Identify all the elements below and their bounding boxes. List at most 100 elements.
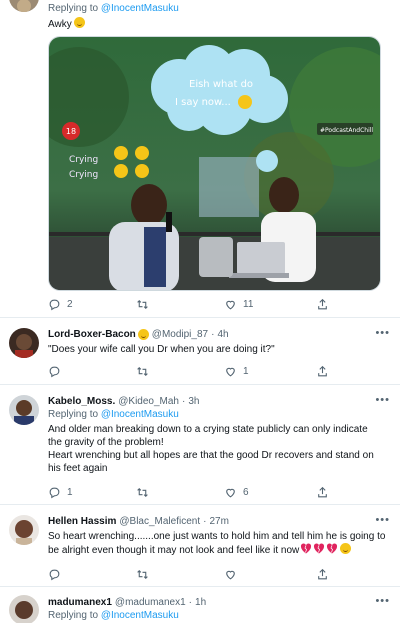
more-options-icon[interactable]: ••• — [375, 596, 390, 607]
avatar[interactable] — [9, 595, 39, 623]
tweet-text-content: Awky — [48, 19, 72, 30]
more-options-icon[interactable]: ••• — [375, 328, 390, 339]
age-rating-text: 18 — [66, 127, 76, 136]
separator-dot: · — [211, 329, 215, 340]
tweet-text: And older man breaking down to a crying … — [48, 423, 390, 475]
tweet-header: madumanex1 @madumanex1 · 1h — [48, 596, 390, 609]
reply-handle-link[interactable]: @InocentMasuku — [101, 409, 179, 420]
reply-button[interactable]: 2 — [48, 298, 73, 311]
separator-dot: · — [188, 597, 193, 608]
retweet-icon — [137, 569, 148, 579]
tweet-text-line-with-emoji: be alright even though it may not look a… — [48, 543, 390, 557]
reply-prefix: Replying to — [48, 409, 99, 420]
share-button[interactable] — [316, 568, 329, 581]
share-icon — [318, 486, 327, 497]
reply-to-line: Replying to @InocentMasuku — [48, 2, 390, 15]
separator-dot: · — [182, 396, 186, 407]
like-button[interactable]: 6 — [224, 486, 249, 499]
like-button[interactable] — [224, 568, 237, 581]
thought-cloud-text-2: I say now... — [175, 97, 231, 108]
reply-button[interactable] — [48, 568, 61, 581]
retweet-icon — [137, 366, 148, 376]
tweet-actions: 1 — [48, 364, 380, 378]
reply-count: 1 — [67, 486, 73, 498]
tweet-reply-lord-boxer-bacon[interactable]: Lord-Boxer-Bacon @Modipi_87 · 4h ••• "Do… — [0, 318, 400, 385]
avatar[interactable] — [9, 0, 39, 12]
tweet-text-line: the gravity of the problem! — [48, 437, 164, 448]
heart-icon — [226, 300, 235, 309]
tweet-header: Kabelo_Moss. @Kideo_Mah · 3h — [48, 395, 390, 408]
tweet-header: Hellen Hassim @Blac_Maleficent · 27m — [48, 515, 390, 528]
grimace-emoji-icon — [137, 329, 149, 340]
reply-handle-link[interactable]: @InocentMasuku — [101, 3, 179, 14]
heart-icon — [226, 488, 235, 497]
retweet-icon — [137, 299, 148, 309]
tweet-text: Awky — [48, 17, 390, 31]
separator-dot: · — [203, 516, 207, 527]
share-icon — [318, 298, 327, 309]
tweet-actions — [48, 567, 380, 581]
display-name[interactable]: Kabelo_Moss. — [48, 395, 115, 408]
reply-icon — [49, 366, 60, 377]
tweet-text: "Does your wife call you Dr when you are… — [48, 344, 275, 355]
crying-label-2: Crying — [69, 170, 98, 180]
like-count: 1 — [243, 365, 249, 377]
retweet-button[interactable] — [136, 365, 149, 378]
heart-icon — [226, 570, 235, 579]
share-button[interactable] — [316, 298, 329, 311]
reply-icon — [49, 299, 60, 310]
grimace-emoji-icon — [73, 17, 85, 28]
reply-to-line: Replying to @InocentMasuku — [48, 408, 390, 421]
tweet-text-line: his feet again — [48, 463, 108, 474]
like-count: 6 — [243, 486, 249, 498]
tweet-actions: 1 6 — [48, 485, 380, 499]
reply-button[interactable] — [48, 365, 61, 378]
like-button[interactable]: 11 — [224, 298, 253, 311]
retweet-button[interactable] — [136, 568, 149, 581]
timestamp[interactable]: 27m — [209, 515, 228, 528]
tweet-header: Lord-Boxer-Bacon @Modipi_87 · 4h — [48, 328, 390, 341]
share-icon — [318, 365, 327, 376]
tweet-actions: 2 11 — [48, 297, 380, 311]
user-handle[interactable]: @Kideo_Mah — [118, 395, 179, 408]
user-handle[interactable]: @Modipi_87 — [152, 328, 208, 341]
avatar[interactable] — [9, 328, 39, 358]
avatar[interactable] — [9, 395, 39, 425]
grimace-emoji-icon — [340, 543, 352, 554]
share-button[interactable] — [316, 486, 329, 499]
timestamp[interactable]: 3h — [188, 395, 199, 408]
tweet-reply-madumanex1[interactable]: madumanex1 @madumanex1 · 1h ••• Replying… — [0, 587, 400, 623]
retweet-icon — [137, 487, 148, 497]
reply-count: 2 — [67, 298, 73, 310]
display-name[interactable]: Lord-Boxer-Bacon — [48, 328, 136, 341]
tweet-reply-hellen-hassim[interactable]: Hellen Hassim @Blac_Maleficent · 27m •••… — [0, 505, 400, 587]
display-name[interactable]: Hellen Hassim — [48, 515, 116, 528]
like-count: 11 — [243, 298, 254, 310]
timestamp[interactable]: 1h — [195, 596, 206, 609]
tweet-reply-kabelo-moss[interactable]: Kabelo_Moss. @Kideo_Mah · 3h ••• Replyin… — [0, 385, 400, 505]
share-icon — [318, 568, 327, 579]
share-button[interactable] — [316, 365, 329, 378]
reply-button[interactable]: 1 — [48, 486, 73, 499]
user-handle[interactable]: @madumanex1 — [115, 596, 186, 609]
tweet-text-line: And older man breaking down to a crying … — [48, 424, 368, 435]
avatar[interactable] — [9, 515, 39, 545]
heart-icon — [226, 367, 235, 376]
like-button[interactable]: 1 — [224, 365, 249, 378]
retweet-button[interactable] — [136, 298, 149, 311]
tweet-text-line: So heart wrenching.......one just wants … — [48, 531, 386, 542]
tweet-text-content: be alright even though it may not look a… — [48, 545, 300, 556]
display-name[interactable]: madumanex1 — [48, 596, 112, 609]
more-options-icon[interactable]: ••• — [375, 395, 390, 406]
channel-tag: #PodcastAndChill — [320, 127, 373, 134]
timestamp[interactable]: 4h — [217, 328, 228, 341]
reply-prefix: Replying to — [48, 610, 99, 621]
more-options-icon[interactable]: ••• — [375, 515, 390, 526]
reply-icon — [49, 569, 60, 580]
tweet-reply-awky[interactable]: Replying to @InocentMasuku Awky Eish wha… — [0, 0, 400, 318]
tweet-media-video[interactable]: Eish what do I say now... 18 Crying Cryi… — [48, 36, 381, 291]
retweet-button[interactable] — [136, 486, 149, 499]
reply-handle-link[interactable]: @InocentMasuku — [101, 610, 179, 621]
user-handle[interactable]: @Blac_Maleficent — [119, 515, 200, 528]
broken-heart-icon — [301, 543, 312, 554]
